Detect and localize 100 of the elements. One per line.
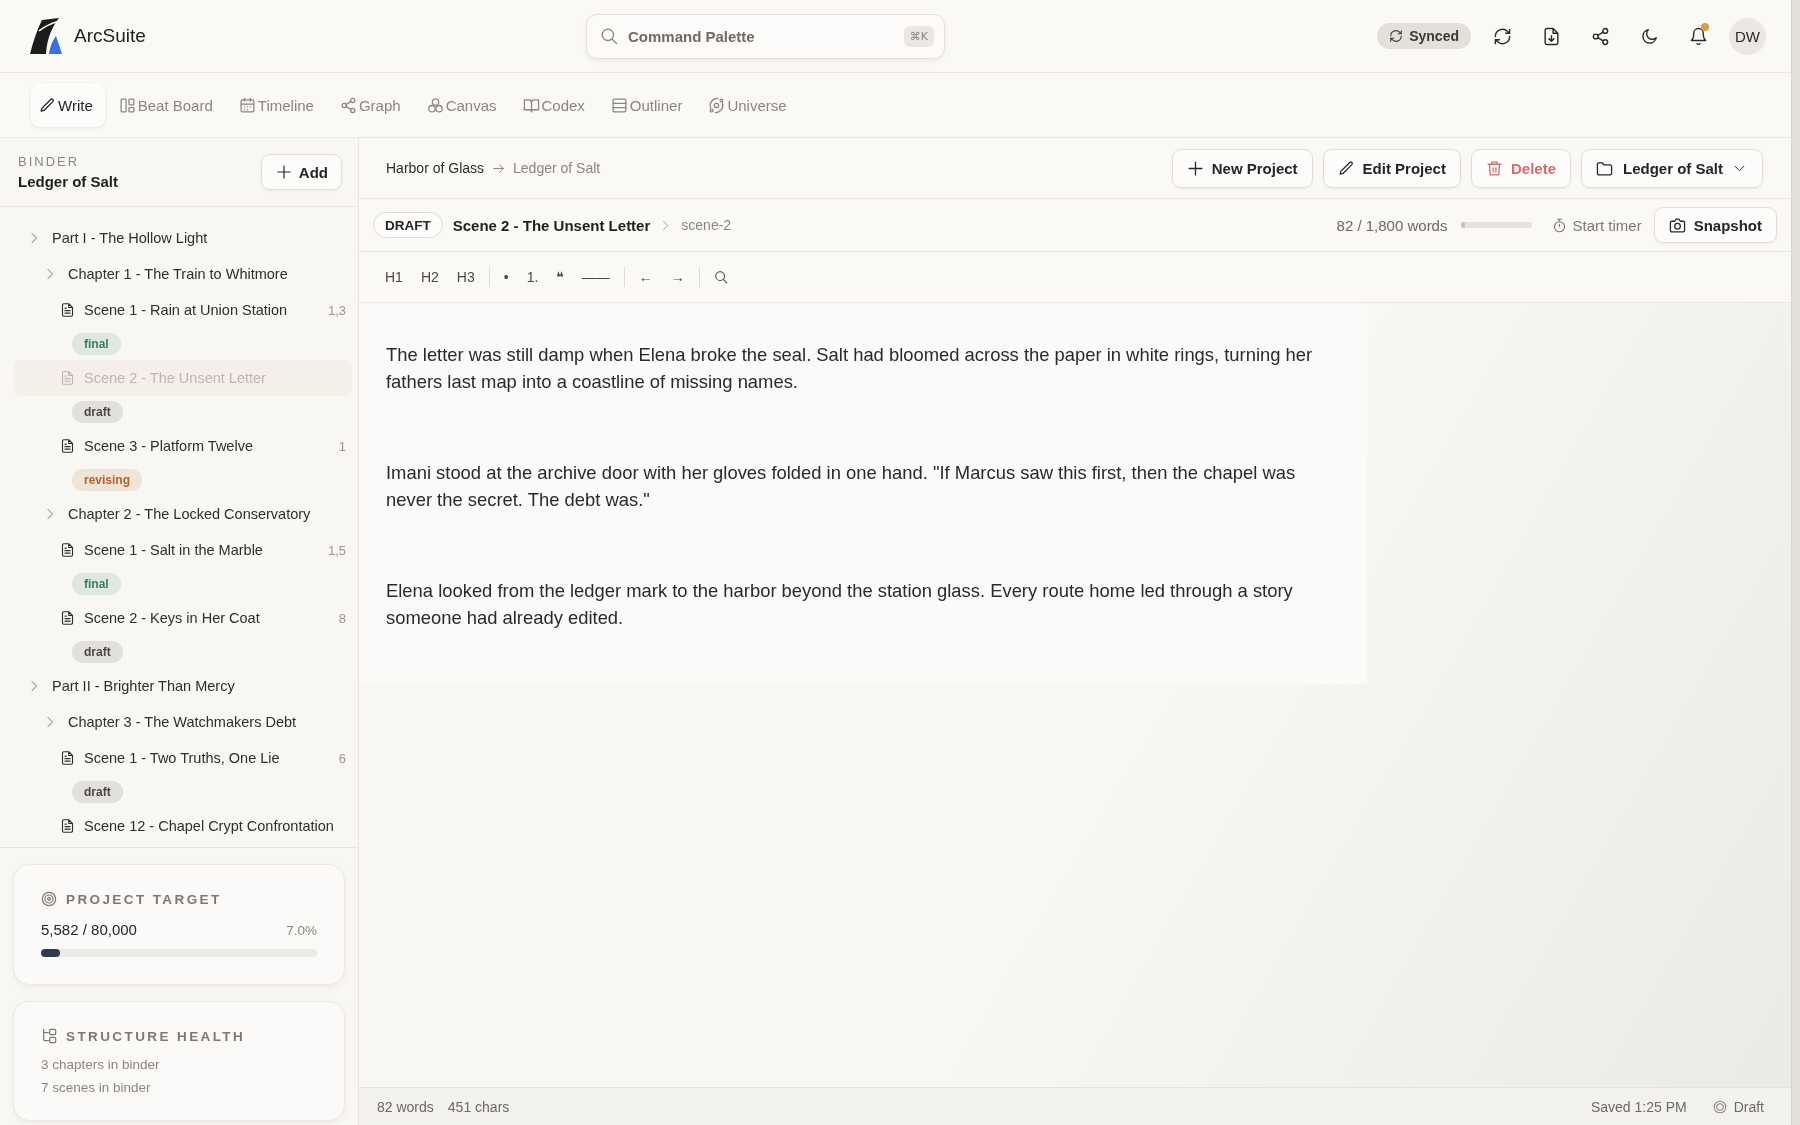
save-status: Saved 1:25 PM <box>1590 1098 1687 1115</box>
document-icon <box>60 542 75 558</box>
calendar-icon <box>238 96 256 114</box>
tree-item[interactable]: Scene 1 - Rain at Union Station 1,3 <box>14 292 352 328</box>
card-title: PROJECT TARGET <box>66 891 222 907</box>
refresh-icon <box>1389 29 1404 43</box>
plus-icon <box>275 164 292 180</box>
snapshot-button[interactable]: Snapshot <box>1653 207 1777 243</box>
status-pill: DRAFT <box>373 212 443 238</box>
target-word-count: 5,582 / 80,000 <box>41 921 137 938</box>
pencil-icon <box>1337 159 1355 177</box>
ring-icon <box>1712 1099 1727 1114</box>
tree-item[interactable]: Scene 1 - Two Truths, One Lie 6 <box>14 740 352 776</box>
document-status: Draft <box>1733 1098 1764 1115</box>
format-button[interactable]: ← <box>630 263 661 291</box>
format-button[interactable]: → <box>662 263 693 291</box>
logo-icon <box>30 18 62 54</box>
app-name: ArcSuite <box>74 25 146 47</box>
tree-item[interactable]: Chapter 1 - The Train to Whitmore <box>14 256 352 292</box>
nav-tab[interactable]: Beat Board <box>110 83 225 127</box>
tree-item[interactable]: Scene 1 - Salt in the Marble 1,5 <box>14 532 352 568</box>
columns-icon <box>118 96 136 114</box>
book-icon <box>522 96 540 114</box>
target-icon <box>41 891 57 907</box>
camera-icon <box>1668 216 1686 234</box>
word-count: 1,5 <box>327 542 346 558</box>
breadcrumb-link[interactable]: Harbor of Glass <box>386 160 485 176</box>
moon-icon <box>1639 26 1659 46</box>
health-stat: 7 scenes in binder <box>41 1080 152 1095</box>
trash-icon <box>1485 159 1503 177</box>
nav-tab[interactable]: Codex <box>514 83 597 127</box>
nav-tab[interactable]: Canvas <box>418 83 509 127</box>
add-button[interactable]: Add <box>260 154 342 190</box>
sync-status: Synced <box>1409 28 1459 44</box>
tree-item[interactable]: Scene 3 - Platform Twelve 1 <box>14 428 352 464</box>
status-tag: draft <box>72 401 123 423</box>
tree-item[interactable]: Chapter 3 - The Watchmakers Debt <box>14 704 352 740</box>
document-icon <box>60 302 75 318</box>
timer-icon <box>1552 217 1568 233</box>
scene-slug: scene-2 <box>681 217 732 233</box>
card-title: STRUCTURE HEALTH <box>66 1028 246 1044</box>
start-timer-button[interactable]: Start timer <box>1550 212 1644 238</box>
scene-title: Scene 2 - The Unsent Letter <box>452 216 651 234</box>
tree-item[interactable]: Scene 2 - Keys in Her Coat 8 <box>14 600 352 636</box>
status-tag: draft <box>72 781 123 803</box>
word-count: 1,3 <box>327 302 346 318</box>
folder-icon <box>1596 159 1613 177</box>
document-icon <box>60 438 75 454</box>
new-project-button[interactable]: New Project <box>1171 148 1313 188</box>
scrollbar[interactable] <box>1791 0 1800 1125</box>
pencil-icon <box>39 96 56 114</box>
paragraph: Elena looked from the ledger mark to the harbor beyond the station glass. Every route home led through a story someone had already edited. <box>386 579 1294 630</box>
format-button[interactable]: —— <box>573 263 618 291</box>
document-icon <box>60 750 75 766</box>
format-button[interactable]: ❝ <box>548 263 572 291</box>
nav-tab[interactable]: Graph <box>331 83 413 127</box>
document-icon <box>60 818 75 834</box>
project-name: Ledger of Salt <box>18 173 118 190</box>
tree-item[interactable]: Part II - Brighter Than Mercy <box>14 668 352 704</box>
chevron-right-icon <box>44 716 56 728</box>
list-icon <box>610 96 628 114</box>
format-button[interactable]: 1. <box>518 263 547 291</box>
search-icon <box>600 26 618 45</box>
word-count: 6 <box>338 750 346 766</box>
tree-item[interactable]: Part I - The Hollow Light <box>14 220 352 256</box>
format-button[interactable]: H3 <box>448 263 483 291</box>
file-download-icon <box>1541 26 1561 46</box>
arrow-right-icon <box>492 161 506 175</box>
document-icon <box>60 610 75 626</box>
chevron-right-icon <box>28 680 40 692</box>
status-tag: revising <box>72 469 143 491</box>
format-button[interactable]: • <box>495 263 517 291</box>
tree-item[interactable]: Chapter 2 - The Locked Conservatory <box>14 496 352 532</box>
bell-icon <box>1688 26 1708 46</box>
paragraph: Imani stood at the archive door with her gloves folded in one hand. "If Marcus saw this first, then the chapel was never the secret. The debt was." <box>386 461 1297 512</box>
avatar[interactable]: DW <box>1729 17 1766 55</box>
search-icon <box>713 270 728 284</box>
char-count: 451 chars <box>447 1098 510 1115</box>
status-tag: draft <box>72 641 123 663</box>
nav-tab[interactable]: Write <box>31 83 105 127</box>
status-tag: final <box>72 333 121 355</box>
health-stat: 3 chapters in binder <box>41 1057 161 1072</box>
format-button[interactable]: H1 <box>377 263 411 291</box>
project-switcher[interactable]: Ledger of Salt <box>1581 148 1763 188</box>
structure-icon <box>41 1028 57 1044</box>
chevron-right-icon <box>28 232 40 244</box>
refresh-icon <box>1492 26 1512 46</box>
target-percent: 7.0% <box>286 923 317 938</box>
plus-icon <box>1186 159 1204 177</box>
word-count: 82 words <box>377 1098 434 1115</box>
tree-item[interactable]: Scene 12 - Chapel Crypt Confrontation <box>14 808 352 844</box>
nodes-icon <box>339 96 357 114</box>
edit-project-button[interactable]: Edit Project <box>1322 148 1461 188</box>
word-count: 8 <box>338 610 346 626</box>
paragraph: The letter was still damp when Elena broke the seal. Salt had bloomed across the paper in white rings, turning her fathers last map into a coastline of missing names. <box>386 343 1314 394</box>
share-icon <box>1590 26 1610 46</box>
word-goal: 82 / 1,800 words <box>1336 216 1448 234</box>
breadcrumb-current: Ledger of Salt <box>513 160 601 176</box>
circles-icon <box>426 96 444 114</box>
format-button[interactable]: H2 <box>412 263 447 291</box>
